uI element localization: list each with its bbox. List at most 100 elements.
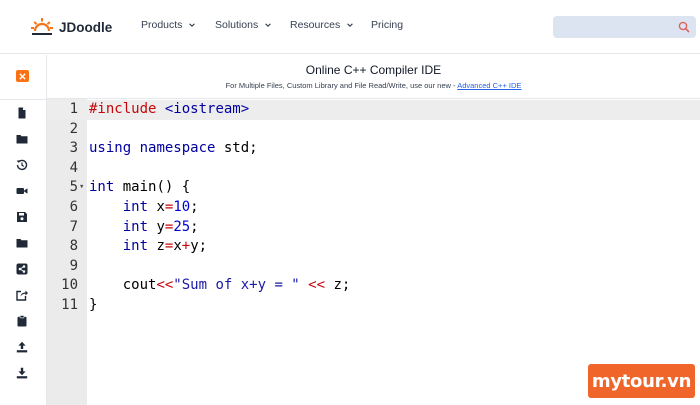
search-box <box>553 16 696 38</box>
code-line[interactable]: 4 <box>47 159 700 179</box>
save-button[interactable] <box>16 211 28 223</box>
code-line[interactable]: 5 ▾ int main() { <box>47 178 700 198</box>
export-icon <box>16 290 28 301</box>
sidebar-close-button[interactable] <box>16 70 29 82</box>
share-icon <box>16 263 28 275</box>
nav-item-label: Solutions <box>215 19 259 31</box>
code-editor[interactable]: 1 #include <iostream> 2 3 using namespace st… <box>47 99 700 405</box>
open-folder-icon <box>16 239 28 248</box>
code-text: int z=x+y; <box>89 237 207 257</box>
code-text: } <box>89 296 97 316</box>
code-line[interactable]: 9 <box>47 257 700 277</box>
video-icon <box>16 188 28 194</box>
code-token: <iostream> <box>164 101 250 117</box>
code-text: using namespace std; <box>89 139 258 159</box>
logo[interactable]: JDoodle <box>30 14 112 40</box>
line-number: 9 <box>69 257 78 274</box>
jdoodle-logo-icon <box>31 18 53 35</box>
new-file-button[interactable] <box>16 107 28 119</box>
code-token: ; <box>190 218 199 235</box>
page-subtitle: For Multiple Files, Custom Library and F… <box>47 81 700 90</box>
open-folder-button[interactable] <box>16 237 28 249</box>
code-line[interactable]: 10 cout<<"Sum of x+y = " << z; <box>47 276 700 296</box>
code-token: namespace <box>139 140 216 157</box>
code-token: int <box>122 238 149 255</box>
code-token: std; <box>215 140 258 157</box>
share-button[interactable] <box>16 263 28 275</box>
code-token: 10 <box>173 199 191 215</box>
code-token: ; <box>190 199 199 215</box>
line-number: 10 <box>61 277 78 294</box>
advanced-ide-link[interactable]: Advanced C++ IDE <box>457 81 521 90</box>
line-number: 5 <box>69 179 78 196</box>
code-token: x <box>148 199 165 215</box>
code-token: y; <box>190 238 208 255</box>
download-button[interactable] <box>16 367 28 379</box>
export-button[interactable] <box>16 289 28 301</box>
code-line[interactable]: 1 #include <iostream> <box>47 100 700 120</box>
line-number: 2 <box>69 120 78 137</box>
code-text: cout<<"Sum of x+y = " << z; <box>89 276 351 296</box>
watermark-logo: mytour.vn <box>588 364 695 398</box>
code-text: int x=10; <box>89 198 199 218</box>
nav-item-label: Products <box>141 19 183 31</box>
nav-item-solutions[interactable]: Solutions <box>215 19 272 31</box>
upload-button[interactable] <box>16 341 28 353</box>
history-icon <box>16 159 28 171</box>
top-navigation: JDoodle Products Solutions Resources Pri… <box>0 0 700 54</box>
history-button[interactable] <box>16 159 28 171</box>
chevron-down-icon <box>265 23 271 27</box>
brand-name: JDoodle <box>59 19 113 35</box>
upload-icon <box>16 341 28 353</box>
clipboard-button[interactable] <box>16 315 28 327</box>
code-token: int <box>89 179 115 196</box>
watermark-text: mytour.vn <box>591 370 692 392</box>
nav-item-resources[interactable]: Resources <box>290 19 354 31</box>
code-line[interactable]: 8 int z=x+y; <box>47 237 700 257</box>
code-token: z <box>148 238 165 255</box>
code-token: y <box>148 218 165 235</box>
nav-item-label: Pricing <box>371 19 404 31</box>
nav-item-products[interactable]: Products <box>141 19 196 31</box>
open-project-button[interactable] <box>16 133 28 145</box>
nav-item-pricing[interactable]: Pricing <box>371 19 403 31</box>
code-token: << <box>308 277 326 294</box>
nav-item-label: Resources <box>290 19 341 31</box>
code-line[interactable]: 2 <box>47 120 700 140</box>
code-token: "Sum of x+y = " <box>173 277 300 294</box>
line-number: 8 <box>69 238 78 255</box>
code-text: int y=25; <box>89 218 199 238</box>
code-line[interactable]: 7 int y=25; <box>47 218 700 238</box>
line-number: 4 <box>69 159 78 176</box>
line-number: 1 <box>69 101 78 117</box>
code-text: int main() { <box>89 178 190 198</box>
search-icon[interactable] <box>678 21 690 33</box>
folder-icon <box>16 135 28 144</box>
save-icon <box>17 212 27 222</box>
code-token: << <box>156 277 174 294</box>
clipboard-icon <box>17 315 27 327</box>
code-token: int <box>122 218 149 235</box>
code-token: z; <box>325 277 351 294</box>
video-button[interactable] <box>16 185 28 197</box>
code-line[interactable]: 11} <box>47 296 700 316</box>
subtitle-text: For Multiple Files, Custom Library and F… <box>225 81 458 90</box>
code-token: x <box>173 238 182 255</box>
line-number: 3 <box>69 140 78 157</box>
code-text: #include <iostream> <box>89 100 249 120</box>
code-token: + <box>181 238 191 255</box>
code-line[interactable]: 3 using namespace std; <box>47 139 700 159</box>
fold-toggle-icon[interactable]: ▾ <box>79 178 84 198</box>
search-input[interactable] <box>561 19 671 35</box>
code-token: } <box>89 297 98 313</box>
code-token: 25 <box>173 218 191 235</box>
sidebar-divider <box>0 99 47 100</box>
chevron-down-icon <box>347 23 353 27</box>
code-line[interactable]: 6 int x=10; <box>47 198 700 218</box>
close-icon <box>19 72 26 80</box>
